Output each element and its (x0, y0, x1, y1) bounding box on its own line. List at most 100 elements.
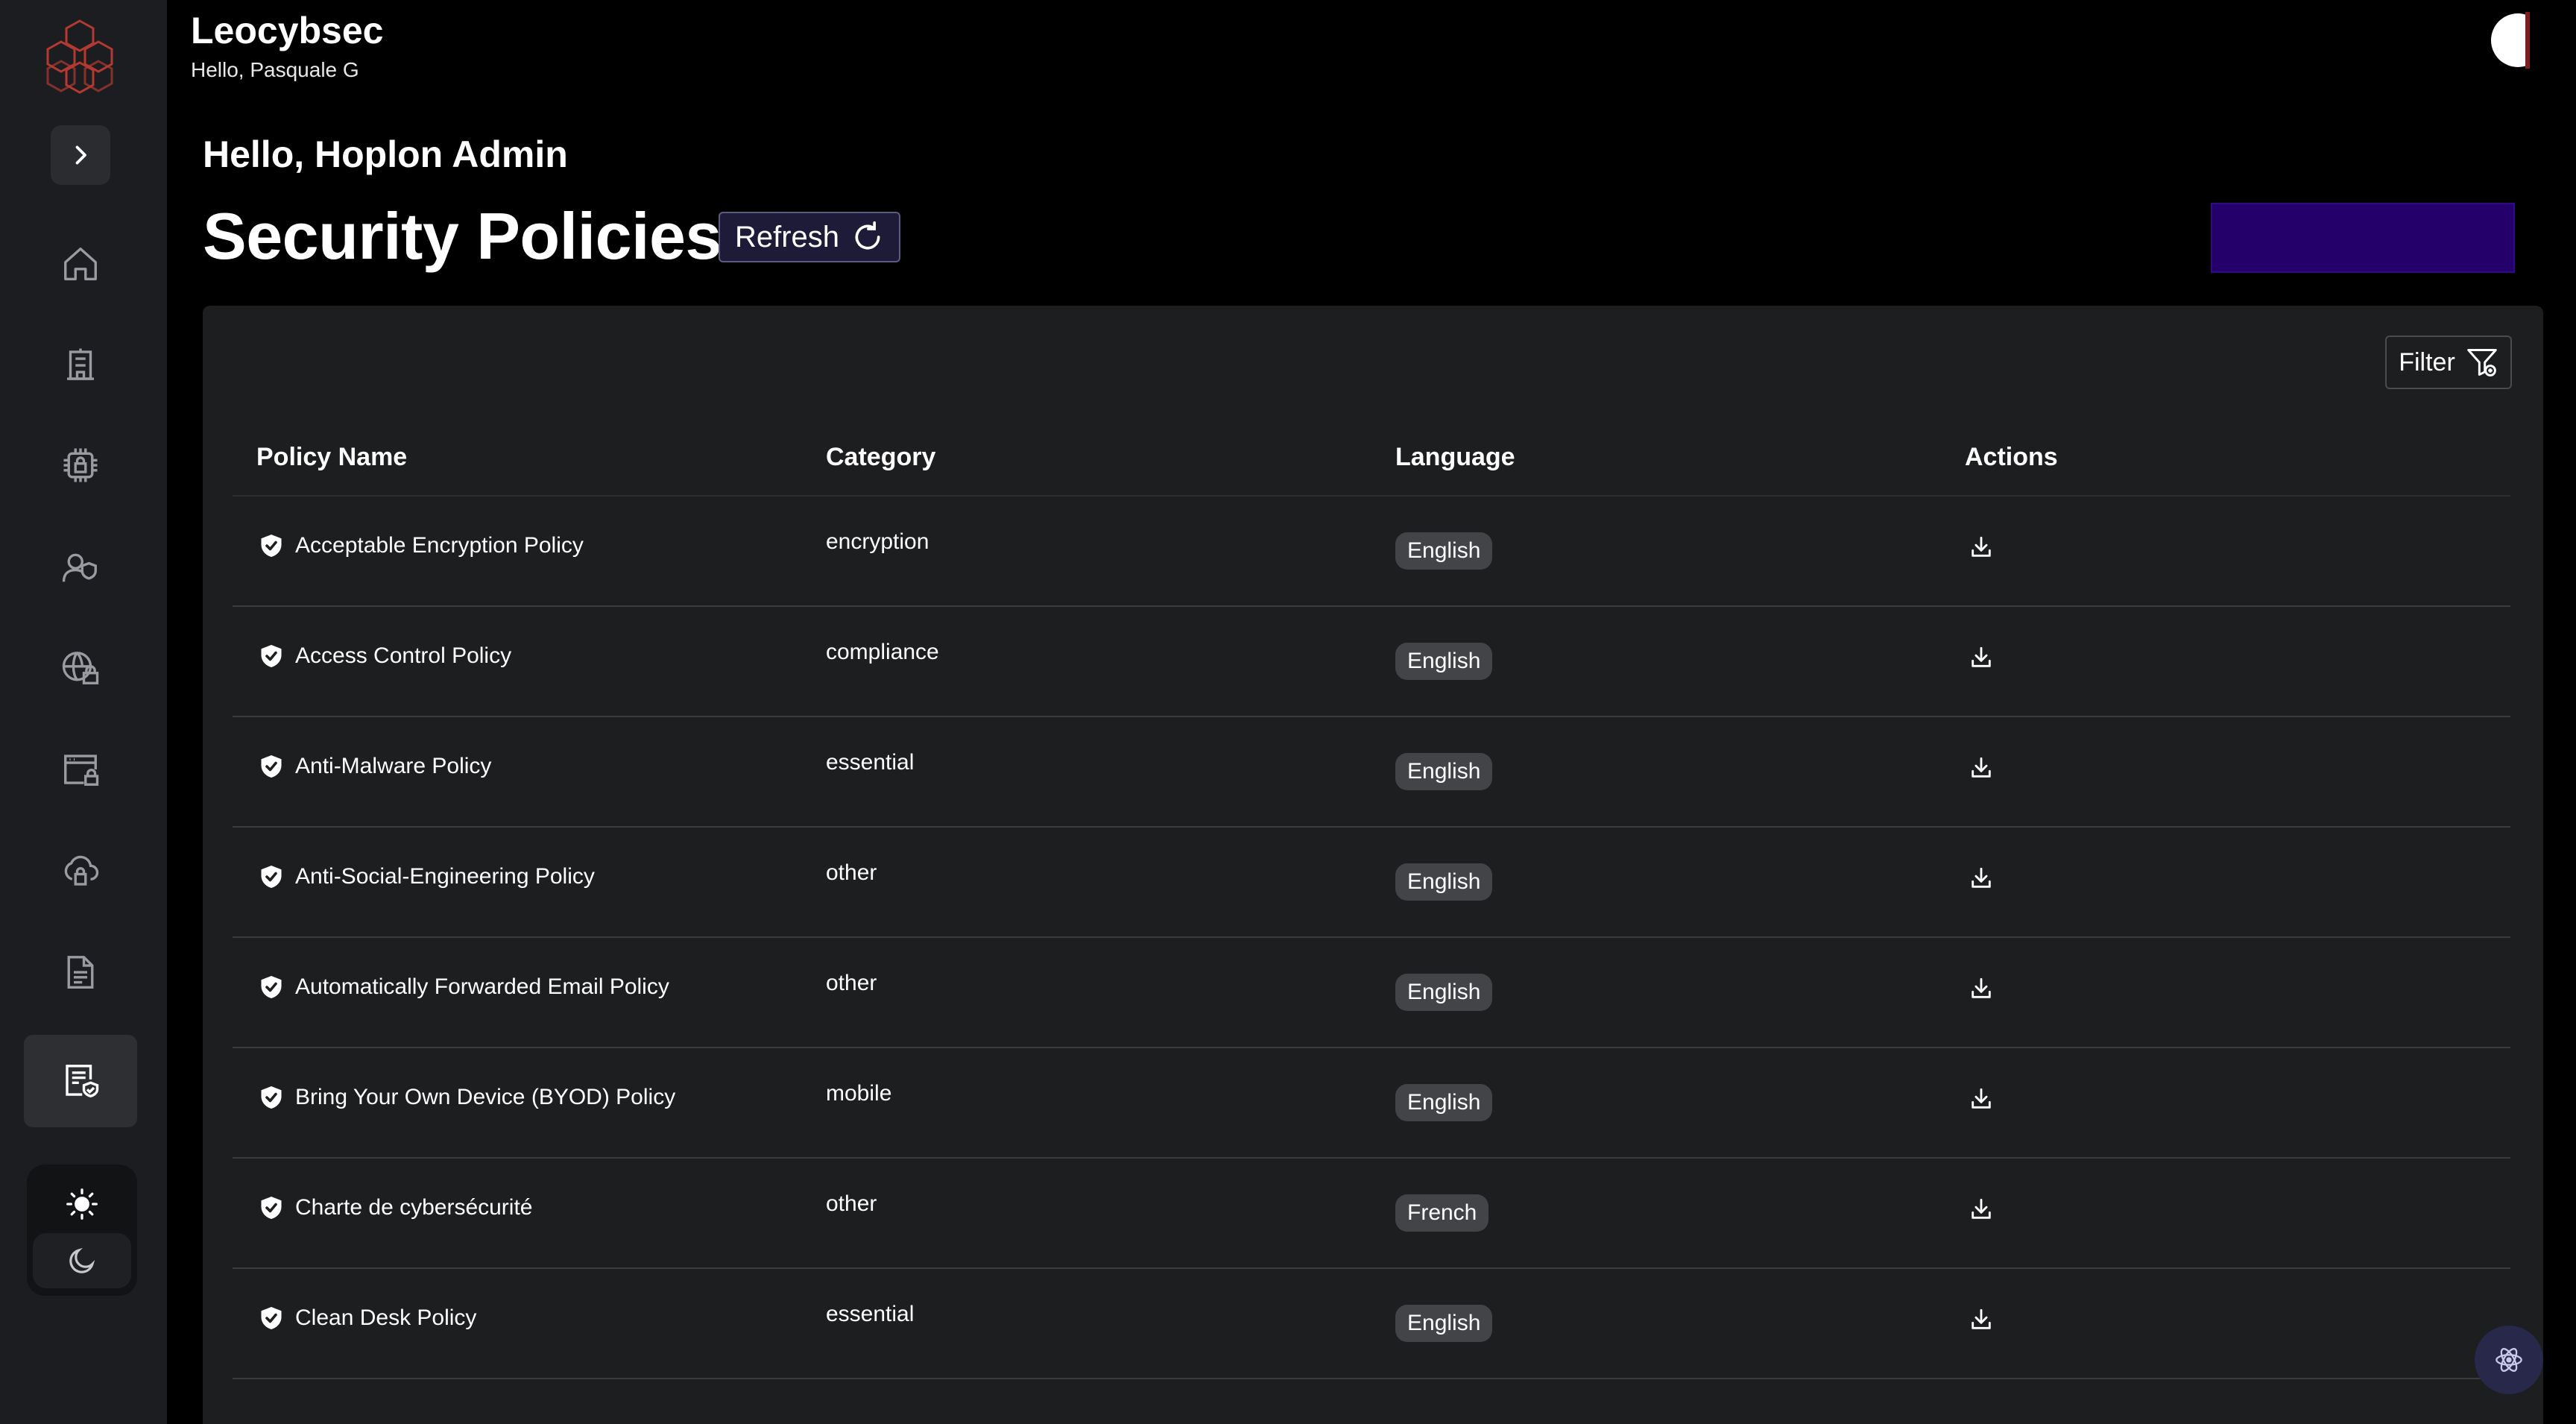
avatar[interactable] (2490, 10, 2533, 70)
shield-check-icon (261, 976, 282, 998)
language-badge: French (1395, 1194, 1489, 1232)
column-header-category[interactable]: Category (826, 443, 935, 472)
language-badge: English (1395, 974, 1493, 1011)
download-button[interactable] (1966, 643, 1996, 672)
sidebar-item-devices[interactable] (24, 419, 137, 511)
sidebar-item-security-policies[interactable] (24, 1035, 137, 1127)
policy-category: other (826, 860, 877, 885)
language-badge: English (1395, 532, 1493, 570)
download-icon (1972, 757, 1991, 778)
policy-name-cell: Anti-Malware Policy (258, 753, 491, 780)
sidebar-item-web[interactable] (24, 723, 137, 816)
download-button[interactable] (1966, 863, 1996, 893)
policy-name-cell: Access Control Policy (258, 643, 511, 670)
policy-name-cell: Charte de cybersécurité (258, 1194, 533, 1221)
download-icon (1972, 646, 1991, 667)
policy-shield-icon (66, 1065, 99, 1097)
user-greeting: Hello, Pasquale G (191, 58, 359, 81)
policy-name: Anti-Malware Policy (295, 754, 492, 778)
policy-name-cell: Clean Desk Policy (258, 1305, 476, 1332)
sidebar-item-network[interactable] (24, 622, 137, 714)
table-row: Automatically Forwarded Email Policy othe… (233, 938, 2510, 1048)
sun-icon (66, 1188, 98, 1220)
chip-lock-icon (63, 448, 98, 482)
refresh-icon (855, 221, 880, 250)
policy-name: Bring Your Own Device (BYOD) Policy (295, 1085, 676, 1109)
download-button[interactable] (1966, 532, 1996, 562)
help-button[interactable] (2475, 1326, 2543, 1394)
shield-check-icon (261, 535, 282, 557)
language-badge: English (1395, 753, 1493, 790)
building-icon (67, 348, 94, 380)
language-badge: English (1395, 1305, 1493, 1342)
moon-icon (69, 1247, 95, 1273)
table-row: Access Control Policy compliance English (233, 607, 2510, 717)
language-badge: English (1395, 863, 1493, 901)
column-header-policy-name[interactable]: Policy Name (256, 443, 407, 472)
admin-greeting: Hello, Hoplon Admin (203, 133, 568, 175)
shield-check-icon (261, 1197, 282, 1219)
policy-category: mobile (826, 1081, 892, 1106)
shield-check-icon (261, 755, 282, 778)
policy-name: Access Control Policy (295, 643, 512, 668)
column-header-language[interactable]: Language (1395, 443, 1515, 472)
policy-name-cell: Automatically Forwarded Email Policy (258, 974, 669, 1001)
download-button[interactable] (1966, 1305, 1996, 1335)
download-button[interactable] (1966, 1194, 1996, 1224)
table-row: Clean Desk Policy essential English (233, 1269, 2510, 1379)
shield-check-icon (261, 1086, 282, 1109)
download-button[interactable] (1966, 1084, 1996, 1114)
download-icon (1972, 1088, 1991, 1109)
column-header-actions: Actions (1965, 443, 2058, 471)
shield-check-icon (261, 645, 282, 667)
sidebar-item-users[interactable] (24, 520, 137, 613)
shield-check-icon (261, 866, 282, 888)
policy-name-cell: Bring Your Own Device (BYOD) Policy (258, 1084, 675, 1111)
download-icon (1972, 867, 1991, 888)
policy-category: encryption (826, 529, 929, 554)
sidebar-item-home[interactable] (24, 218, 137, 310)
policy-category: compliance (826, 640, 939, 664)
policy-category: essential (826, 750, 915, 775)
page-title: Security Policies (203, 199, 722, 273)
filter-button[interactable]: Filter (2385, 335, 2512, 389)
download-icon (1972, 1198, 1991, 1219)
download-icon (1972, 536, 1991, 557)
table-row: Bring Your Own Device (BYOD) Policy mobil… (233, 1048, 2510, 1159)
table-row: Anti-Social-Engineering Policy other Engli… (233, 828, 2510, 938)
policy-name: Clean Desk Policy (295, 1305, 477, 1330)
table-row: Acceptable Encryption Policy encryption En… (233, 497, 2510, 607)
language-badge: English (1395, 1084, 1493, 1121)
table-row: Anti-Malware Policy essential English (233, 717, 2510, 828)
sidebar-item-documents[interactable] (24, 926, 137, 1018)
policy-category: essential (826, 1302, 915, 1326)
policy-name: Automatically Forwarded Email Policy (295, 974, 669, 999)
download-icon (1972, 977, 1991, 998)
download-button[interactable] (1966, 974, 1996, 1004)
user-shield-icon (62, 553, 97, 582)
sidebar-item-organization[interactable] (24, 319, 137, 412)
dark-theme-button[interactable] (33, 1233, 131, 1288)
sidebar-expand-button[interactable] (51, 125, 110, 185)
policy-name: Anti-Social-Engineering Policy (295, 864, 595, 889)
logo-icon (46, 19, 113, 94)
atom-icon (2496, 1348, 2522, 1372)
light-theme-button[interactable] (33, 1176, 131, 1232)
action-button[interactable] (2211, 203, 2515, 273)
table-row: Charte de cybersécurité other French (233, 1159, 2510, 1269)
policy-name-cell: Acceptable Encryption Policy (258, 532, 584, 559)
theme-toggle (27, 1165, 137, 1296)
filter-icon (2466, 349, 2497, 377)
download-button[interactable] (1966, 753, 1996, 783)
language-badge: English (1395, 643, 1493, 680)
refresh-button[interactable]: Refresh (719, 212, 900, 262)
sidebar-item-cloud[interactable] (24, 825, 137, 917)
chevron-right-icon (75, 145, 86, 165)
sidebar (0, 0, 167, 1424)
filter-label: Filter (2399, 347, 2455, 377)
brand-name: Leocybsec (191, 10, 384, 51)
globe-lock-icon (62, 652, 99, 684)
policy-category: other (826, 971, 877, 995)
policy-name-cell: Anti-Social-Engineering Policy (258, 863, 595, 890)
shield-check-icon (261, 1307, 282, 1329)
